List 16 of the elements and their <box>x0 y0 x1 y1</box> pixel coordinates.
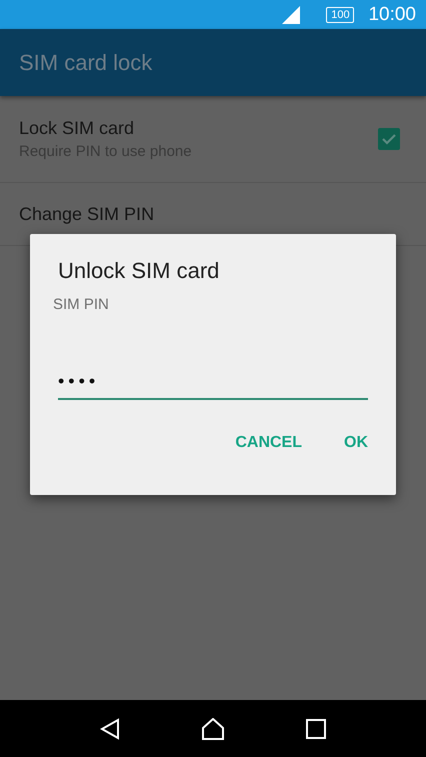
checkmark-icon <box>382 133 396 145</box>
setting-title: Change SIM PIN <box>19 204 154 224</box>
dialog-button[interactable]: CANCEL <box>235 434 302 452</box>
checkbox[interactable] <box>378 128 400 150</box>
screen-title: SIM card lock <box>19 50 152 76</box>
clock-time: 10:00 <box>368 4 416 26</box>
battery-icon: 100 <box>326 6 354 22</box>
home-icon[interactable] <box>200 718 225 740</box>
dialog-button[interactable]: OK <box>344 434 368 452</box>
dialog-title: Unlock SIM card <box>58 258 220 284</box>
setting-title: Lock SIM card <box>19 118 136 139</box>
pin-field[interactable]: •••• <box>58 371 368 400</box>
back-icon[interactable] <box>100 718 120 740</box>
signal-icon <box>282 6 300 24</box>
dialog-message: SIM PIN <box>53 296 110 313</box>
recents-icon[interactable] <box>306 718 326 738</box>
